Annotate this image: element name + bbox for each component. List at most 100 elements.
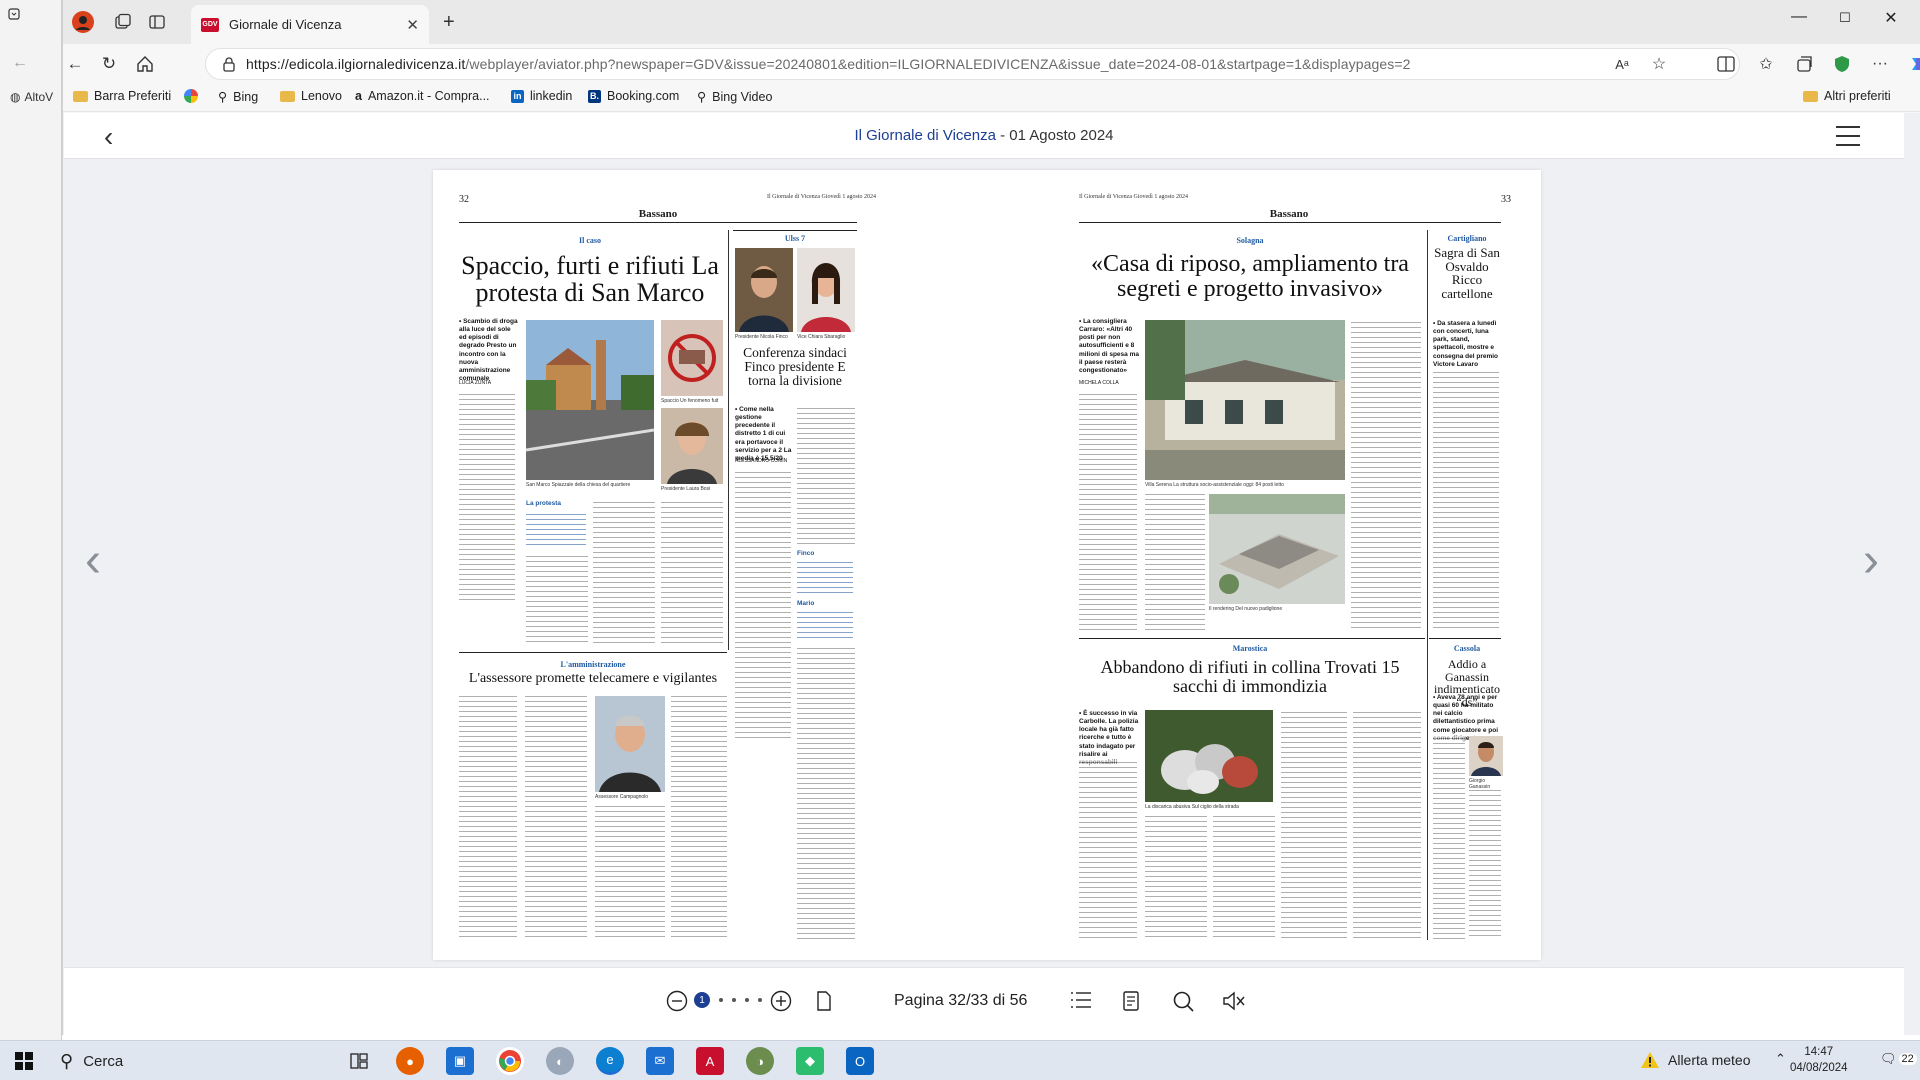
- zoom-level-knob[interactable]: 1: [694, 992, 710, 1008]
- favorite-star-icon[interactable]: ☆: [1646, 52, 1672, 76]
- refresh-icon[interactable]: ↻: [97, 52, 121, 76]
- article-body-text: [797, 646, 855, 940]
- acrobat-icon[interactable]: A: [696, 1047, 724, 1075]
- quote-label: La protesta: [526, 500, 562, 507]
- firefox-icon[interactable]: ●: [396, 1047, 424, 1075]
- article-kicker: Marostica: [1232, 644, 1268, 653]
- background-tab-label[interactable]: ◍ AltoV: [10, 90, 53, 104]
- article-byline: ALESSANDRO COMIN: [735, 458, 788, 464]
- pinwheel-favorite[interactable]: [184, 89, 204, 103]
- articles-list-icon[interactable]: [1122, 990, 1142, 1012]
- newspaper-spread[interactable]: 32 Il Giornale di Vicenza Giovedì 1 agos…: [433, 170, 1541, 960]
- tab-strip: GDV Giornale di Vicenza ✕ + — ☐ ✕: [63, 0, 1920, 44]
- finco-portrait-photo[interactable]: [735, 248, 793, 332]
- article-kicker: Cartigliano: [1447, 234, 1487, 243]
- vertical-tabs-icon[interactable]: [145, 10, 169, 34]
- page-dateline: Il Giornale di Vicenza Giovedì 1 agosto …: [767, 194, 877, 200]
- article-summary: • È successo in via Carbolle. La polizia…: [1079, 710, 1139, 766]
- favorite-linkedin[interactable]: in linkedin: [511, 89, 572, 103]
- taskbar-search[interactable]: ⚲ Cerca: [48, 1045, 338, 1077]
- page-32[interactable]: 32 Il Giornale di Vicenza Giovedì 1 agos…: [433, 170, 987, 960]
- article-body-text: [593, 500, 655, 644]
- chrome-icon[interactable]: [496, 1047, 524, 1075]
- zoom-slider[interactable]: 1: [694, 992, 762, 1008]
- photo-caption: Villa Serena La struttura socio-assisten…: [1145, 482, 1284, 488]
- church-square-photo[interactable]: [526, 320, 654, 480]
- weather-alert[interactable]: Allerta meteo: [1640, 1051, 1750, 1069]
- app-icon[interactable]: ◆: [796, 1047, 824, 1075]
- copilot-icon[interactable]: [1905, 52, 1920, 76]
- folder-icon: [73, 90, 88, 102]
- maximize-icon[interactable]: ☐: [1822, 10, 1868, 26]
- viewer-content: ‹ Il Giornale di Vicenza - 01 Agosto 202…: [63, 113, 1920, 1035]
- favorites-icon[interactable]: ✩: [1753, 52, 1779, 76]
- tab-actions-icon[interactable]: [8, 8, 20, 20]
- start-windows-icon[interactable]: [10, 1047, 38, 1075]
- hamburger-menu-icon[interactable]: [1836, 126, 1860, 153]
- workspaces-icon[interactable]: [111, 10, 135, 34]
- url-text[interactable]: https://edicola.ilgiornaledivicenza.it/w…: [246, 56, 1411, 72]
- back-icon[interactable]: ←: [12, 54, 28, 72]
- task-view-icon[interactable]: [345, 1047, 373, 1075]
- close-window-icon[interactable]: ✕: [1868, 8, 1914, 28]
- collections-icon[interactable]: [1791, 52, 1817, 76]
- lock-icon[interactable]: [222, 56, 236, 72]
- minimize-icon[interactable]: —: [1776, 8, 1822, 26]
- split-screen-icon[interactable]: [1713, 52, 1739, 76]
- address-bar[interactable]: https://edicola.ilgiornaledivicenza.it/w…: [205, 48, 1740, 80]
- mail-icon[interactable]: ✉: [646, 1047, 674, 1075]
- back-icon[interactable]: ←: [63, 52, 87, 76]
- single-page-icon[interactable]: [814, 990, 834, 1012]
- care-home-photo[interactable]: [1145, 320, 1345, 480]
- notification-center[interactable]: 🗨 22: [1880, 1051, 1917, 1067]
- previous-page-icon[interactable]: ‹: [85, 533, 101, 588]
- tab-title: Giornale di Vicenza: [229, 17, 342, 32]
- photo-caption: Assessore Campagnolo: [595, 794, 649, 800]
- sbaraglio-portrait-photo[interactable]: [797, 248, 855, 332]
- assessore-portrait-photo[interactable]: [595, 696, 665, 792]
- close-tab-icon[interactable]: ✕: [406, 16, 419, 34]
- favorite-bing-video[interactable]: ⚲ Bing Video: [697, 89, 772, 105]
- article-headline: Sagra di San Osvaldo Ricco cartellone: [1434, 245, 1500, 301]
- quote-text: [526, 512, 586, 548]
- favorite-amazon[interactable]: a Amazon.it - Compra...: [355, 89, 490, 103]
- zoom-out-icon[interactable]: [666, 990, 688, 1012]
- browser-essentials-icon[interactable]: [1829, 52, 1855, 76]
- waste-bags-photo[interactable]: [1145, 710, 1273, 802]
- divider: [1079, 222, 1501, 223]
- article-kicker: Solagna: [1236, 236, 1264, 245]
- drug-dealing-photo[interactable]: [661, 320, 723, 396]
- home-icon[interactable]: [133, 52, 157, 76]
- app-icon[interactable]: ◐: [546, 1047, 574, 1075]
- store-icon[interactable]: ▣: [446, 1047, 474, 1075]
- favorite-booking[interactable]: B. Booking.com: [588, 89, 679, 103]
- outlook-icon[interactable]: O: [846, 1047, 874, 1075]
- read-aloud-icon[interactable]: Aᵃ: [1609, 52, 1635, 76]
- favorites-bar-folder[interactable]: Barra Preferiti: [73, 89, 171, 103]
- new-tab-icon[interactable]: +: [443, 11, 455, 34]
- audio-muted-icon[interactable]: [1222, 990, 1246, 1012]
- system-clock[interactable]: 14:47 04/08/2024: [1790, 1044, 1848, 1076]
- search-icon[interactable]: [1172, 990, 1194, 1012]
- zoom-in-icon[interactable]: [770, 990, 792, 1012]
- windows-taskbar: ⚲ Cerca ● ▣ ◐ e ✉ A ◑ ◆ O Allerta meteo ⌃…: [0, 1040, 1920, 1080]
- article-headline: Abbandono di rifiuti in collina Trovati …: [1100, 657, 1400, 696]
- active-tab[interactable]: GDV Giornale di Vicenza ✕: [191, 5, 429, 44]
- app-icon[interactable]: ◑: [746, 1047, 774, 1075]
- more-options-icon[interactable]: ···: [1867, 52, 1893, 76]
- next-page-icon[interactable]: ›: [1863, 533, 1879, 588]
- table-of-contents-icon[interactable]: [1070, 990, 1092, 1010]
- president-portrait-photo[interactable]: [661, 408, 723, 484]
- quote-label: Finco: [797, 550, 815, 557]
- tray-chevron-icon[interactable]: ⌃: [1775, 1051, 1786, 1067]
- rendering-photo[interactable]: [1209, 494, 1345, 604]
- pinwheel-icon: [184, 89, 198, 103]
- favorite-lenovo[interactable]: Lenovo: [280, 89, 342, 103]
- profile-avatar-icon[interactable]: [71, 10, 95, 34]
- favorite-bing[interactable]: ⚲ Bing: [218, 89, 258, 105]
- page-33[interactable]: Il Giornale di Vicenza Giovedì 1 agosto …: [987, 170, 1541, 960]
- ganassin-portrait-photo[interactable]: [1469, 736, 1503, 776]
- article-headline: Spaccio, furti e rifiuti La protesta di …: [461, 251, 719, 308]
- other-favorites-folder[interactable]: Altri preferiti: [1803, 89, 1891, 103]
- edge-icon[interactable]: e: [596, 1047, 624, 1075]
